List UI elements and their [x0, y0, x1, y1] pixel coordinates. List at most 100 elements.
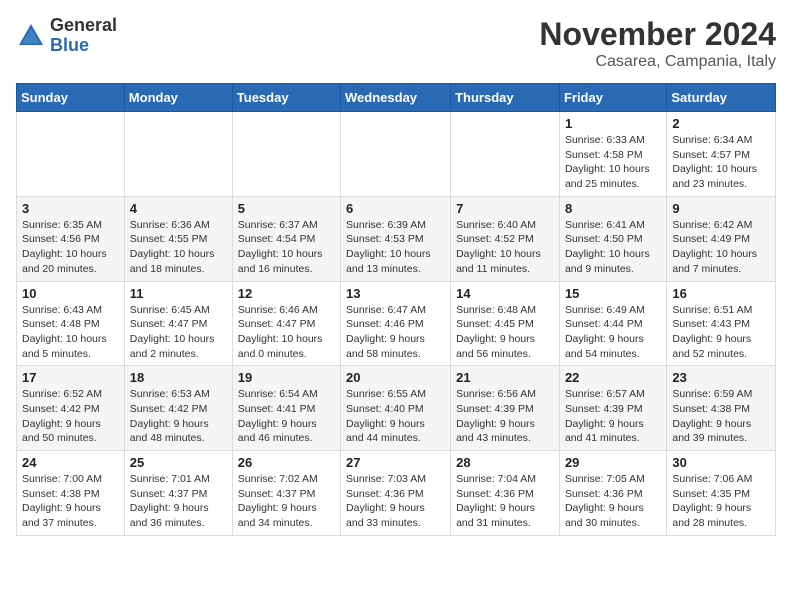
day-info: Sunrise: 6:41 AM Sunset: 4:50 PM Dayligh…: [565, 218, 661, 277]
calendar-cell-2-4: 6Sunrise: 6:39 AM Sunset: 4:53 PM Daylig…: [341, 196, 451, 281]
day-number: 9: [672, 201, 770, 216]
location-subtitle: Casarea, Campania, Italy: [539, 53, 776, 71]
day-number: 8: [565, 201, 661, 216]
day-number: 24: [22, 455, 119, 470]
logo-text: General Blue: [50, 16, 117, 56]
day-info: Sunrise: 6:43 AM Sunset: 4:48 PM Dayligh…: [22, 303, 119, 362]
day-info: Sunrise: 6:48 AM Sunset: 4:45 PM Dayligh…: [456, 303, 554, 362]
day-info: Sunrise: 6:36 AM Sunset: 4:55 PM Dayligh…: [130, 218, 227, 277]
day-info: Sunrise: 6:34 AM Sunset: 4:57 PM Dayligh…: [672, 133, 770, 192]
weekday-header-sunday: Sunday: [17, 84, 125, 112]
day-number: 18: [130, 370, 227, 385]
calendar-week-row-4: 17 Sunrise: 6:52 AM Sunset: 4:42 PM Dayli…: [17, 366, 776, 451]
calendar-week-row-1: 1 Sunrise: 6:33 AM Sunset: 4:58 PM Daylig…: [17, 112, 776, 197]
day-info: Sunrise: 6:51 AM Sunset: 4:43 PM Dayligh…: [672, 303, 770, 362]
day-info: Sunrise: 6:56 AM Sunset: 4:39 PM Dayligh…: [456, 387, 554, 446]
calendar-cell-3-4: 13Sunrise: 6:47 AM Sunset: 4:46 PM Dayli…: [341, 281, 451, 366]
calendar-cell-5-2: 25 Sunrise: 7:01 AM Sunset: 4:37 PM Dayli…: [124, 451, 232, 536]
calendar-cell-3-1: 10 Sunrise: 6:43 AM Sunset: 4:48 PM Dayli…: [17, 281, 125, 366]
calendar-cell-2-2: 4 Sunrise: 6:36 AM Sunset: 4:55 PM Daylig…: [124, 196, 232, 281]
calendar-cell-1-3: [232, 112, 340, 197]
calendar-cell-2-6: 8 Sunrise: 6:41 AM Sunset: 4:50 PM Daylig…: [559, 196, 666, 281]
day-number: 5: [238, 201, 335, 216]
day-number: 27: [346, 455, 445, 470]
calendar-cell-4-6: 22 Sunrise: 6:57 AM Sunset: 4:39 PM Dayli…: [559, 366, 666, 451]
day-number: 14: [456, 286, 554, 301]
weekday-header-row: SundayMondayTuesdayWednesdayThursdayFrid…: [17, 84, 776, 112]
weekday-header-monday: Monday: [124, 84, 232, 112]
day-info: Sunrise: 7:06 AM Sunset: 4:35 PM Dayligh…: [672, 472, 770, 531]
calendar-cell-3-6: 15 Sunrise: 6:49 AM Sunset: 4:44 PM Dayli…: [559, 281, 666, 366]
weekday-header-friday: Friday: [559, 84, 666, 112]
day-number: 23: [672, 370, 770, 385]
day-number: 21: [456, 370, 554, 385]
day-info: Sunrise: 7:04 AM Sunset: 4:36 PM Dayligh…: [456, 472, 554, 531]
day-info: Sunrise: 6:46 AM Sunset: 4:47 PM Dayligh…: [238, 303, 335, 362]
calendar-cell-5-3: 26 Sunrise: 7:02 AM Sunset: 4:37 PM Dayli…: [232, 451, 340, 536]
logo: General Blue: [16, 16, 117, 56]
day-info: Sunrise: 6:33 AM Sunset: 4:58 PM Dayligh…: [565, 133, 661, 192]
weekday-header-thursday: Thursday: [451, 84, 560, 112]
calendar-cell-5-7: 30 Sunrise: 7:06 AM Sunset: 4:35 PM Dayli…: [667, 451, 776, 536]
day-number: 15: [565, 286, 661, 301]
day-info: Sunrise: 6:39 AM Sunset: 4:53 PM Dayligh…: [346, 218, 445, 277]
title-section: November 2024 Casarea, Campania, Italy: [539, 16, 776, 71]
day-info: Sunrise: 6:57 AM Sunset: 4:39 PM Dayligh…: [565, 387, 661, 446]
day-info: Sunrise: 7:05 AM Sunset: 4:36 PM Dayligh…: [565, 472, 661, 531]
day-number: 28: [456, 455, 554, 470]
calendar-cell-4-1: 17 Sunrise: 6:52 AM Sunset: 4:42 PM Dayli…: [17, 366, 125, 451]
day-info: Sunrise: 7:02 AM Sunset: 4:37 PM Dayligh…: [238, 472, 335, 531]
day-number: 19: [238, 370, 335, 385]
calendar-cell-2-7: 9 Sunrise: 6:42 AM Sunset: 4:49 PM Daylig…: [667, 196, 776, 281]
day-number: 25: [130, 455, 227, 470]
day-info: Sunrise: 6:49 AM Sunset: 4:44 PM Dayligh…: [565, 303, 661, 362]
calendar-cell-5-1: 24 Sunrise: 7:00 AM Sunset: 4:38 PM Dayli…: [17, 451, 125, 536]
calendar-cell-4-3: 19 Sunrise: 6:54 AM Sunset: 4:41 PM Dayli…: [232, 366, 340, 451]
day-number: 3: [22, 201, 119, 216]
day-number: 2: [672, 116, 770, 131]
calendar-cell-4-7: 23 Sunrise: 6:59 AM Sunset: 4:38 PM Dayli…: [667, 366, 776, 451]
calendar-cell-1-2: [124, 112, 232, 197]
calendar-table: SundayMondayTuesdayWednesdayThursdayFrid…: [16, 83, 776, 536]
day-info: Sunrise: 7:00 AM Sunset: 4:38 PM Dayligh…: [22, 472, 119, 531]
calendar-cell-5-6: 29 Sunrise: 7:05 AM Sunset: 4:36 PM Dayli…: [559, 451, 666, 536]
calendar-cell-1-5: [451, 112, 560, 197]
day-number: 22: [565, 370, 661, 385]
calendar-cell-3-7: 16 Sunrise: 6:51 AM Sunset: 4:43 PM Dayli…: [667, 281, 776, 366]
day-number: 17: [22, 370, 119, 385]
weekday-header-saturday: Saturday: [667, 84, 776, 112]
day-info: Sunrise: 6:47 AM Sunset: 4:46 PM Dayligh…: [346, 303, 445, 362]
calendar-cell-1-1: [17, 112, 125, 197]
day-number: 10: [22, 286, 119, 301]
day-number: 1: [565, 116, 661, 131]
day-info: Sunrise: 6:53 AM Sunset: 4:42 PM Dayligh…: [130, 387, 227, 446]
calendar-cell-5-5: 28 Sunrise: 7:04 AM Sunset: 4:36 PM Dayli…: [451, 451, 560, 536]
day-info: Sunrise: 6:37 AM Sunset: 4:54 PM Dayligh…: [238, 218, 335, 277]
calendar-week-row-3: 10 Sunrise: 6:43 AM Sunset: 4:48 PM Dayli…: [17, 281, 776, 366]
calendar-cell-4-4: 20 Sunrise: 6:55 AM Sunset: 4:40 PM Dayli…: [341, 366, 451, 451]
day-info: Sunrise: 6:45 AM Sunset: 4:47 PM Dayligh…: [130, 303, 227, 362]
calendar-cell-4-2: 18 Sunrise: 6:53 AM Sunset: 4:42 PM Dayli…: [124, 366, 232, 451]
day-info: Sunrise: 6:42 AM Sunset: 4:49 PM Dayligh…: [672, 218, 770, 277]
calendar-week-row-5: 24 Sunrise: 7:00 AM Sunset: 4:38 PM Dayli…: [17, 451, 776, 536]
day-number: 11: [130, 286, 227, 301]
month-title: November 2024: [539, 16, 776, 53]
day-info: Sunrise: 6:52 AM Sunset: 4:42 PM Dayligh…: [22, 387, 119, 446]
calendar-cell-1-4: [341, 112, 451, 197]
calendar-cell-3-2: 11 Sunrise: 6:45 AM Sunset: 4:47 PM Dayli…: [124, 281, 232, 366]
day-info: Sunrise: 6:59 AM Sunset: 4:38 PM Dayligh…: [672, 387, 770, 446]
day-info: Sunrise: 6:55 AM Sunset: 4:40 PM Dayligh…: [346, 387, 445, 446]
day-info: Sunrise: 6:54 AM Sunset: 4:41 PM Dayligh…: [238, 387, 335, 446]
day-info: Sunrise: 7:01 AM Sunset: 4:37 PM Dayligh…: [130, 472, 227, 531]
calendar-cell-3-5: 14 Sunrise: 6:48 AM Sunset: 4:45 PM Dayli…: [451, 281, 560, 366]
day-number: 4: [130, 201, 227, 216]
day-number: 20: [346, 370, 445, 385]
day-number: 26: [238, 455, 335, 470]
day-number: 16: [672, 286, 770, 301]
calendar-cell-1-7: 2 Sunrise: 6:34 AM Sunset: 4:57 PM Daylig…: [667, 112, 776, 197]
day-number: 30: [672, 455, 770, 470]
weekday-header-wednesday: Wednesday: [341, 84, 451, 112]
day-number: 29: [565, 455, 661, 470]
day-number: 12: [238, 286, 335, 301]
day-info: Sunrise: 6:40 AM Sunset: 4:52 PM Dayligh…: [456, 218, 554, 277]
